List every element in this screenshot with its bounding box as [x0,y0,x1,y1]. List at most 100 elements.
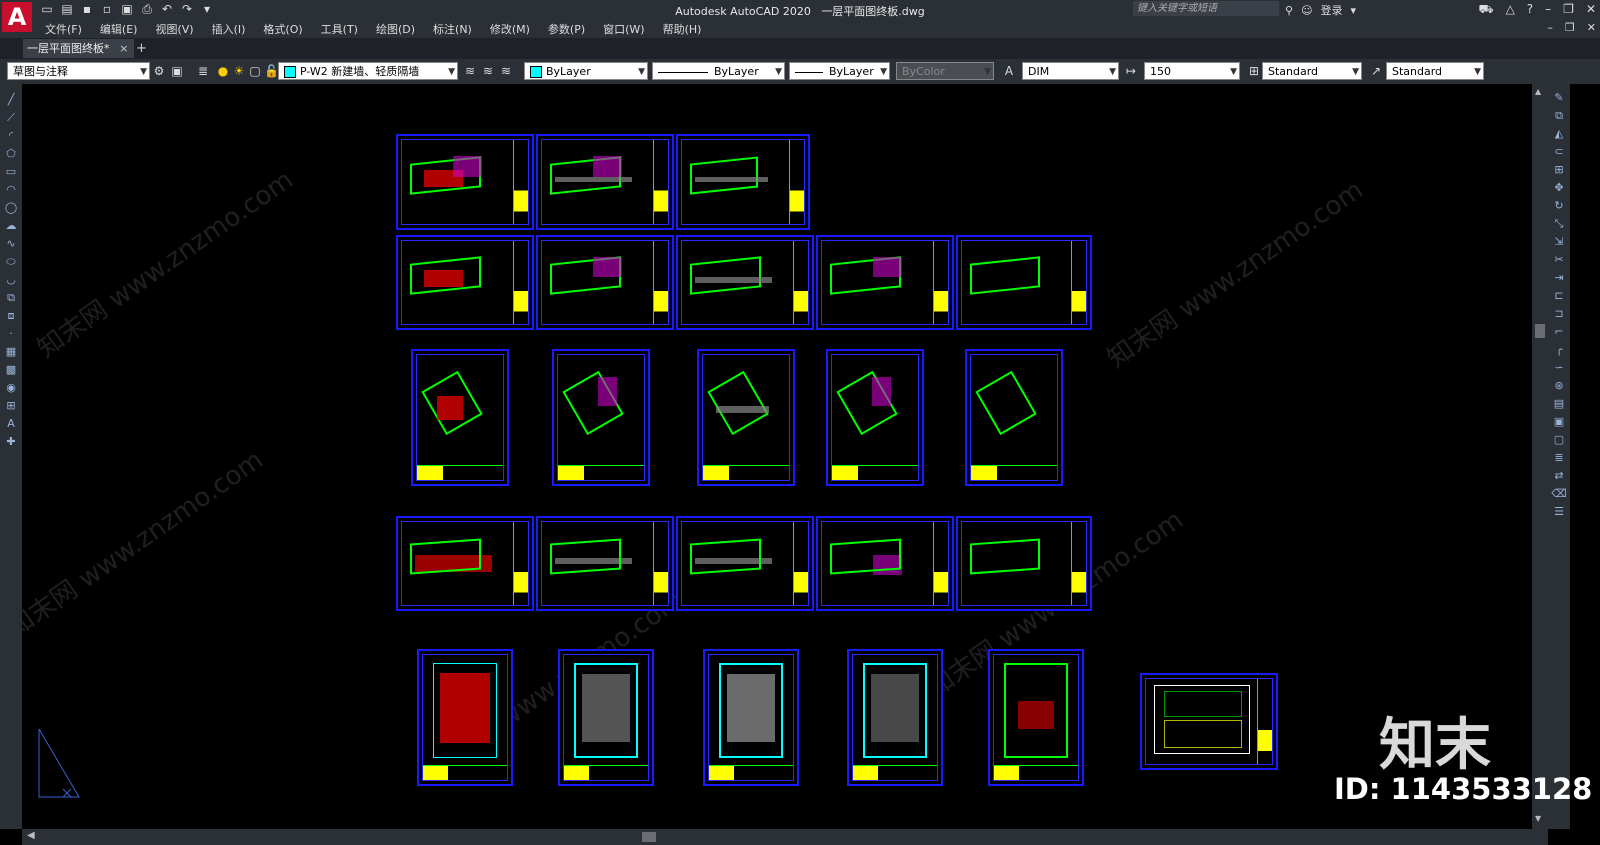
drawing-sheet[interactable] [411,349,509,486]
layer-icon[interactable]: ≣ [1550,449,1568,466]
new-tab-button[interactable]: + [136,39,147,58]
layer-dropdown[interactable]: P-W2 新建墙、轻质隔墙 ▼ [278,62,458,80]
tablestyle-dropdown[interactable]: Standard ▼ [1386,62,1484,80]
vertical-scrollbar[interactable]: ▲ ▼ [1532,84,1548,829]
file-tab[interactable]: 一层平面图终板* × [23,39,134,58]
spline-icon[interactable]: ∿ [2,235,20,252]
drawing-sheet[interactable] [956,235,1092,330]
login-dropdown-icon[interactable]: ▾ [1351,4,1357,17]
drawing-sheet[interactable] [536,235,674,330]
hatch-icon[interactable]: ▦ [2,343,20,360]
login-button[interactable]: 登录 [1321,2,1343,18]
make-current-layer-icon[interactable]: ≋ [463,64,477,78]
doc-close-icon[interactable]: ✕ [1587,21,1596,34]
table-style-icon[interactable]: ⊞ [1247,64,1261,78]
drawing-sheet[interactable] [552,349,650,486]
linetype-dropdown[interactable]: ByLayer ▼ [652,62,785,80]
line-icon[interactable]: ╱ [2,91,20,108]
drawing-sheet[interactable] [536,134,674,230]
lineweight-dropdown[interactable]: ByLayer ▼ [789,62,890,80]
help-icon[interactable]: ? [1527,2,1533,18]
close-icon[interactable]: ✕ [1586,2,1596,18]
fullscreen-icon[interactable]: ▣ [170,64,184,78]
text-style-icon[interactable]: A [1002,64,1016,78]
file-tab-close-icon[interactable]: × [119,39,128,58]
drawing-sheet[interactable] [396,134,534,230]
purge-icon[interactable]: ⌫ [1550,485,1568,502]
menu-edit[interactable]: 编辑(E) [100,21,138,37]
menu-format[interactable]: 格式(O) [263,21,302,37]
drawing-sheet[interactable] [536,516,674,611]
horizontal-scrollbar[interactable]: ◀ [22,829,1548,845]
bring-front-icon[interactable]: ▣ [1550,413,1568,430]
drawing-sheet[interactable] [956,516,1092,611]
properties-icon[interactable]: ☰ [1550,503,1568,520]
layer-match-icon[interactable]: ≋ [481,64,495,78]
copy-icon[interactable]: ⧉ [1550,107,1568,124]
drawing-sheet[interactable] [396,516,534,611]
detail-sheet[interactable] [1140,673,1278,770]
send-back-icon[interactable]: ▢ [1550,431,1568,448]
menu-modify[interactable]: 修改(M) [490,21,530,37]
trim-icon[interactable]: ✂ [1550,251,1568,268]
gradient-icon[interactable]: ▩ [2,361,20,378]
erase-icon[interactable]: ✎ [1550,89,1568,106]
join-icon[interactable]: ⊐ [1550,305,1568,322]
rectangle-icon[interactable]: ▭ [2,163,20,180]
layer-previous-icon[interactable]: ≋ [499,64,513,78]
drawing-sheet[interactable] [676,235,814,330]
drawing-sheet[interactable] [816,235,954,330]
cart-icon[interactable]: ⛟ [1478,2,1493,18]
rotate-icon[interactable]: ↻ [1550,197,1568,214]
menu-window[interactable]: 窗口(W) [603,21,644,37]
fillet-icon[interactable]: ╭ [1550,341,1568,358]
layer-properties-icon[interactable]: ≣ [196,64,210,78]
drawing-sheet[interactable] [988,649,1084,786]
explode-icon[interactable]: ⊛ [1550,377,1568,394]
a360-icon[interactable]: △ [1506,2,1515,18]
drawing-sheet[interactable] [396,235,534,330]
dimstyle-dropdown[interactable]: DIM ▼ [1022,62,1119,80]
drawing-sheet[interactable] [816,516,954,611]
break-icon[interactable]: ⊏ [1550,287,1568,304]
layer-on-icon[interactable]: ● [216,64,230,78]
scroll-up-icon[interactable]: ▲ [1535,87,1541,96]
arc2-icon[interactable]: ◠ [2,181,20,198]
doc-minimize-icon[interactable]: – [1547,21,1553,34]
horizontal-scroll-thumb[interactable] [642,832,656,842]
table-icon[interactable]: ⊞ [2,397,20,414]
menu-parametric[interactable]: 参数(P) [548,21,585,37]
polyline-icon[interactable]: ⟋ [2,109,20,126]
match-icon[interactable]: ⇄ [1550,467,1568,484]
extend-icon[interactable]: ⇥ [1550,269,1568,286]
stretch-icon[interactable]: ⇲ [1550,233,1568,250]
drawing-sheet[interactable] [826,349,924,486]
cloud-icon[interactable]: ☁ [2,217,20,234]
scroll-down-icon[interactable]: ▼ [1535,814,1541,823]
vertical-scroll-thumb[interactable] [1535,324,1545,338]
ellipse-arc-icon[interactable]: ◡ [2,271,20,288]
chamfer-icon[interactable]: ⌐ [1550,323,1568,340]
region-icon[interactable]: ◉ [2,379,20,396]
insert-block-icon[interactable]: ⧉ [2,289,20,306]
draworder-icon[interactable]: ▤ [1550,395,1568,412]
drawing-sheet[interactable] [697,349,795,486]
array-icon[interactable]: ⊞ [1550,161,1568,178]
multileader-style-icon[interactable]: ↗ [1369,64,1383,78]
user-icon[interactable]: ☺ [1301,4,1312,17]
drawing-sheet[interactable] [417,649,513,786]
point-icon[interactable]: · [2,325,20,342]
layer-lock-icon[interactable]: 🔓 [264,64,279,78]
menu-draw[interactable]: 绘图(D) [376,21,415,37]
offset-icon[interactable]: ⊂ [1550,143,1568,160]
menu-view[interactable]: 视图(V) [155,21,193,37]
make-block-icon[interactable]: ⧈ [2,307,20,324]
move-icon[interactable]: ✥ [1550,179,1568,196]
ellipse-icon[interactable]: ⬭ [2,253,20,270]
drawing-sheet[interactable] [703,649,799,786]
layer-freeze-icon[interactable]: ☀ [232,64,246,78]
polygon-icon[interactable]: ⬠ [2,145,20,162]
layer-viewport-icon[interactable]: ▢ [248,64,262,78]
scale-icon[interactable]: ⤡ [1550,215,1568,232]
doc-restore-icon[interactable]: ❐ [1565,21,1575,34]
